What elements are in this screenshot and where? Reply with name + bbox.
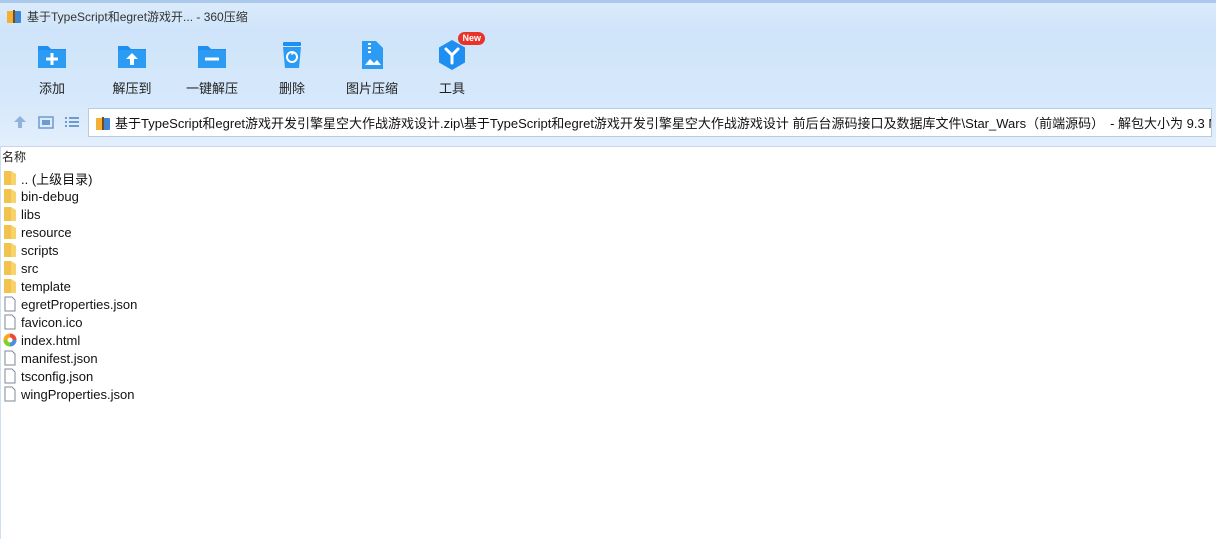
file-icon xyxy=(4,296,16,312)
image-compress-button[interactable]: 图片压缩 xyxy=(332,38,412,98)
file-name: libs xyxy=(21,206,41,222)
list-item[interactable]: egretProperties.json xyxy=(2,295,137,313)
delete-button[interactable]: 删除 xyxy=(252,38,332,98)
folder-icon xyxy=(4,243,16,257)
file-name: manifest.json xyxy=(21,350,98,366)
navigation-bar: 基于TypeScript和egret游戏开发引擎星空大作战游戏设计.zip\基于… xyxy=(0,108,1216,137)
address-path: 基于TypeScript和egret游戏开发引擎星空大作战游戏设计.zip\基于… xyxy=(115,116,1105,131)
list-item[interactable]: scripts xyxy=(2,241,137,259)
up-arrow-icon[interactable] xyxy=(11,113,29,131)
one-click-extract-label: 一键解压 xyxy=(185,81,238,96)
folder-icon xyxy=(4,189,16,203)
folder-icon xyxy=(4,261,16,275)
thumbnail-view-icon[interactable] xyxy=(37,113,55,131)
file-name: src xyxy=(21,260,39,276)
unpacked-size: - 解包大小为 9.3 MB xyxy=(1110,116,1211,131)
list-item[interactable]: favicon.ico xyxy=(2,313,137,331)
html-file-icon xyxy=(3,333,17,347)
list-item[interactable]: bin-debug xyxy=(2,187,137,205)
column-header-name[interactable]: 名称 xyxy=(0,148,26,164)
file-name: scripts xyxy=(21,242,59,258)
tools-label: 工具 xyxy=(438,81,465,96)
list-left-border xyxy=(0,146,1,539)
file-name: bin-debug xyxy=(21,188,79,204)
add-button[interactable]: 添加 xyxy=(12,38,92,98)
image-compress-label: 图片压缩 xyxy=(345,81,398,96)
list-item[interactable]: tsconfig.json xyxy=(2,367,137,385)
address-bar[interactable]: 基于TypeScript和egret游戏开发引擎星空大作战游戏设计.zip\基于… xyxy=(88,108,1212,137)
delete-icon xyxy=(283,42,301,68)
list-item[interactable]: wingProperties.json xyxy=(2,385,137,403)
file-icon xyxy=(4,368,16,384)
file-name: favicon.ico xyxy=(21,314,83,330)
tools-button[interactable]: New 工具 xyxy=(412,32,492,98)
image-compress-icon xyxy=(362,41,383,69)
folder-icon xyxy=(4,171,16,185)
title-bar: 基于TypeScript和egret游戏开... - 360压缩 xyxy=(6,6,248,26)
file-icon xyxy=(4,386,16,402)
file-name: wingProperties.json xyxy=(21,386,135,402)
delete-label: 删除 xyxy=(278,81,305,96)
zip-archive-icon xyxy=(96,116,110,130)
list-item-parent-dir[interactable]: .. (上级目录) xyxy=(2,169,137,187)
tools-icon-wrap: New xyxy=(435,32,485,72)
file-name: egretProperties.json xyxy=(21,296,138,312)
extract-to-icon xyxy=(118,46,146,68)
list-item[interactable]: libs xyxy=(2,205,137,223)
extract-to-label: 解压到 xyxy=(112,81,152,96)
window-title: 基于TypeScript和egret游戏开... - 360压缩 xyxy=(27,9,248,24)
file-icon xyxy=(4,350,16,366)
add-label: 添加 xyxy=(38,81,65,96)
file-name: index.html xyxy=(21,332,81,348)
title-bar-edge xyxy=(0,0,1216,3)
file-name: resource xyxy=(21,224,72,240)
file-list: .. (上级目录) bin-debug libs resource script… xyxy=(2,169,137,403)
list-item[interactable]: index.html xyxy=(2,331,137,349)
file-name: tsconfig.json xyxy=(21,368,94,384)
list-view-icon[interactable] xyxy=(63,113,81,131)
new-badge: New xyxy=(458,32,485,45)
extract-to-button[interactable]: 解压到 xyxy=(92,38,172,98)
folder-icon xyxy=(4,207,16,221)
list-item[interactable]: template xyxy=(2,277,137,295)
list-item[interactable]: src xyxy=(2,259,137,277)
list-item[interactable]: manifest.json xyxy=(2,349,137,367)
window-chrome: 基于TypeScript和egret游戏开... - 360压缩 添加 解压到 xyxy=(0,0,1216,147)
file-name: .. (上级目录) xyxy=(21,171,93,187)
file-name: template xyxy=(21,278,71,294)
list-item[interactable]: resource xyxy=(2,223,137,241)
add-icon xyxy=(38,46,66,68)
one-click-extract-icon xyxy=(198,46,226,68)
app-archive-icon xyxy=(7,10,21,23)
folder-icon xyxy=(4,225,16,239)
one-click-extract-button[interactable]: 一键解压 xyxy=(172,38,252,98)
folder-icon xyxy=(4,279,16,293)
file-icon xyxy=(4,314,16,330)
